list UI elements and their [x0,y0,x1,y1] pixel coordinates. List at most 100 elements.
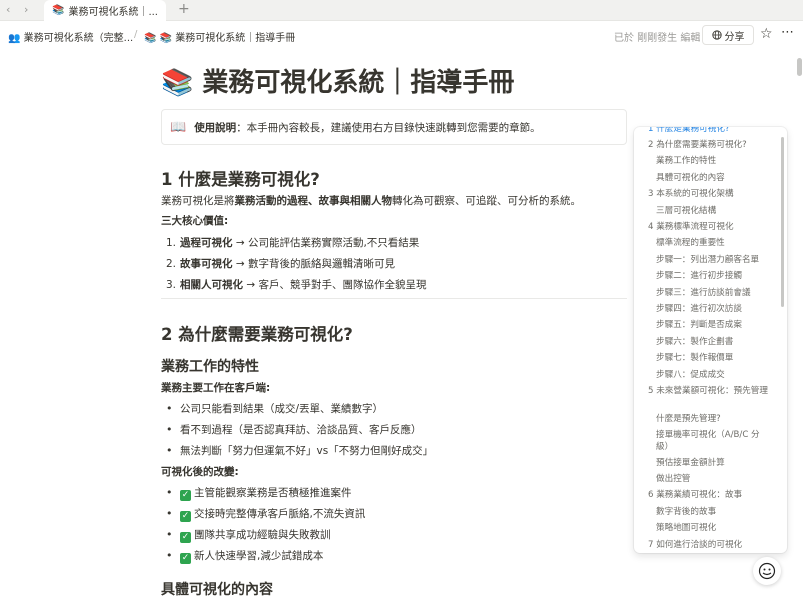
intro-text-b: 轉化為可觀察、可追蹤、可分析的系統。 [392,195,581,207]
after-change-label: 可視化後的改變: [161,466,239,478]
breadcrumb-current[interactable]: 📚 📚 業務可視化系統｜指導手冊 [144,29,295,44]
toc-item[interactable]: 步驟八：促成成交 [656,369,725,381]
back-icon[interactable]: ‹ [6,3,10,16]
divider [161,298,627,299]
page-scrollbar[interactable] [797,58,802,76]
list-item: • ✓ 交接時完整傳承客戶脈絡,不流失資訊 [166,506,365,522]
list-text: 看不到過程（是否認真拜訪、洽談品質、客戶反應） [180,424,422,436]
toc-item[interactable]: 業務工作的特性 [656,155,716,167]
toc-item[interactable]: 標準流程的重要性 [656,237,725,249]
check-icon: ✓ [180,553,191,564]
section-1-intro: 業務可視化是將業務活動的過程、故事與相關人物轉化為可觀察、可追蹤、可分析的系統。 [161,193,581,208]
assistant-face-icon [758,562,776,580]
open-book-icon: 📖 [170,119,187,135]
list-bold: 過程可視化 [180,237,233,249]
toc-item[interactable]: 具體可視化的內容 [656,172,725,184]
toc-item[interactable]: 6 業務業績可視化：故事 [648,489,742,501]
page-icon: 📚 [144,33,160,44]
bullet: • [166,549,173,562]
toc-item[interactable]: 3 本系統的可視化架構 [648,188,734,200]
bullet: • [166,507,173,520]
toc-item[interactable]: 接單機率可視化（A/B/C 分級） [656,429,772,453]
new-tab-button[interactable]: + [178,1,190,17]
page-title: 📚 業務可視化系統｜指導手冊 [161,68,515,98]
toc-item[interactable]: 做出控管 [656,473,690,485]
list-number: 2. [166,258,177,270]
list-text: → 數字背後的脈絡與邏輯清晰可見 [232,258,395,270]
toc-scrollbar[interactable] [781,137,784,307]
toc-item[interactable]: 步驟五：判斷是否成案 [656,319,742,331]
toc-item[interactable]: 步驟四：進行初次訪談 [656,303,742,315]
section-1-heading: 1 什麼是業務可視化? [161,170,320,189]
people-icon: 👥 [8,33,24,44]
tab-title: 業務可視化系統｜... [68,7,158,18]
books-icon: 📚 [52,5,65,16]
list-text: 公司只能看到結果（成交/丟單、業績數字） [180,403,384,415]
callout-label: 使用說明 [194,121,237,134]
toc-item[interactable]: 2 為什麼需要業務可視化? [648,139,747,151]
page-header: 👥 業務可視化系統（完整... / 📚 📚 業務可視化系統｜指導手冊 已於 剛剛… [0,21,803,49]
list-text: → 客戶、競爭對手、團隊協作全貌呈現 [243,279,427,291]
active-tab[interactable]: 📚 業務可視化系統｜... [44,0,166,21]
share-button[interactable]: 分享 [702,25,754,45]
list-item: • 無法判斷「努力但運氣不好」vs「不努力但剛好成交」 [166,443,433,458]
browser-tab-bar: ‹ › 📚 業務可視化系統｜... + [0,0,803,21]
star-icon[interactable]: ☆ [760,26,773,42]
bullet: • [166,402,173,415]
list-bold: 相關人可視化 [180,279,243,291]
list-item: • 公司只能看到結果（成交/丟單、業績數字） [166,401,383,416]
breadcrumb-separator: / [134,29,138,40]
toc-item[interactable]: 預估接單金額計算 [656,457,725,469]
toc-item[interactable]: 1 什麼是業務可視化? [648,127,730,135]
list-bold: 故事可視化 [180,258,233,270]
more-icon[interactable]: ⋯ [781,25,794,40]
check-icon: ✓ [180,490,191,501]
intro-text-bold: 業務活動的過程、故事與相關人物 [234,195,393,207]
help-assistant-button[interactable] [753,557,781,585]
work-traits-heading: 業務工作的特性 [161,359,259,375]
breadcrumb-parent-label: 業務可視化系統（完整... [23,33,134,44]
toc-item[interactable]: 步驟七：製作報價單 [656,352,733,364]
list-item: • 看不到過程（是否認真拜訪、洽談品質、客戶反應） [166,422,422,437]
list-number: 1. [166,237,177,249]
core-values-heading: 三大核心價值: [161,215,229,227]
globe-icon [711,30,722,40]
list-item: 1. 過程可視化 → 公司能評估業務實際活動,不只看結果 [166,235,419,250]
bullet: • [166,444,173,457]
work-at-client-label: 業務主要工作在客戶端: [161,382,271,394]
toc-item[interactable]: 步驟三：進行訪談前會議 [656,287,751,299]
toc-item[interactable]: 4 業務標準流程可視化 [648,221,734,233]
forward-icon[interactable]: › [24,3,28,16]
toc-item[interactable]: 7 如何進行洽談的可視化 [648,539,742,551]
list-item: 3. 相關人可視化 → 客戶、競爭對手、團隊協作全貌呈現 [166,277,426,292]
list-item: 2. 故事可視化 → 數字背後的脈絡與邏輯清晰可見 [166,256,395,271]
toc-item[interactable]: 步驟六：製作企劃書 [656,336,733,348]
list-item: • ✓ 主管能觀察業務是否積極推進案件 [166,485,352,501]
toc-item[interactable]: 三層可視化結構 [656,205,716,217]
toc-item[interactable]: 5 未來營業額可視化：預先管理 [648,385,768,397]
list-text: 新人快速學習,減少試錯成本 [194,550,324,562]
toc-item[interactable]: 什麼是預先管理? [656,413,721,425]
list-text: 無法判斷「努力但運氣不好」vs「不努力但剛好成交」 [180,445,434,457]
list-number: 3. [166,279,177,291]
toc-item[interactable]: 策略地圖可視化 [656,522,716,534]
list-item: • ✓ 新人快速學習,減少試錯成本 [166,548,323,564]
list-text: → 公司能評估業務實際活動,不只看結果 [232,237,420,249]
callout-text: ：本手冊內容較長，建議使用右方目錄快速跳轉到您需要的章節。 [236,121,541,134]
toc-item[interactable]: 數字背後的故事 [656,506,716,518]
list-text: 團隊共享成功經驗與失敗教訓 [194,529,331,541]
list-text: 交接時完整傳承客戶脈絡,不流失資訊 [194,508,366,520]
toc-item[interactable]: 步驟二：進行初步接觸 [656,270,742,282]
intro-text-a: 業務可視化是將 [161,195,235,207]
breadcrumb-parent[interactable]: 👥 業務可視化系統（完整... [8,29,133,44]
share-label: 分享 [724,31,745,43]
bullet: • [166,486,173,499]
usage-callout: 📖 使用說明 ：本手冊內容較長，建議使用右方目錄快速跳轉到您需要的章節。 [161,109,627,145]
breadcrumb-current-label: 📚 業務可視化系統｜指導手冊 [159,33,296,44]
check-icon: ✓ [180,532,191,543]
list-item: • ✓ 團隊共享成功經驗與失敗教訓 [166,527,331,543]
section-2-heading: 2 為什麼需要業務可視化? [161,325,353,344]
toc-item[interactable]: 步驟一：列出潛力顧客名單 [656,254,759,266]
list-text: 主管能觀察業務是否積極推進案件 [194,487,352,499]
edited-status: 已於 剛剛發生 編輯 [614,33,701,44]
